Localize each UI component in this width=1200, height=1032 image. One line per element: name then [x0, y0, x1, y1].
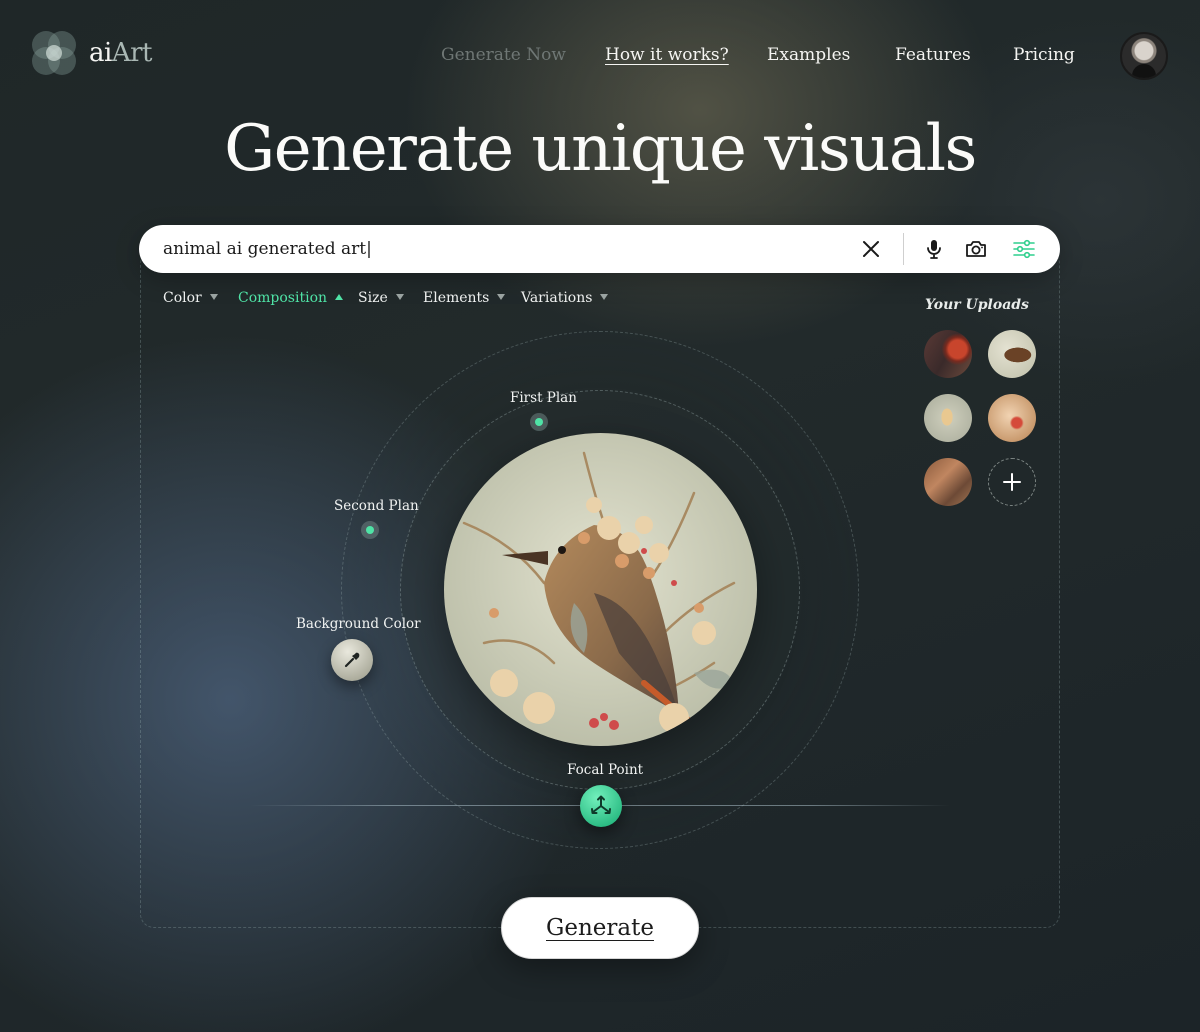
- filter-elements-label: Elements: [423, 290, 490, 306]
- upload-thumbnail[interactable]: [988, 330, 1036, 378]
- caret-down-icon: [600, 294, 609, 300]
- filter-composition[interactable]: Composition: [238, 290, 344, 306]
- eyedropper-icon: [344, 652, 360, 668]
- caret-down-icon: [395, 294, 404, 300]
- generate-button[interactable]: Generate: [501, 897, 699, 959]
- caret-down-icon: [209, 294, 218, 300]
- focal-arrows-icon: [591, 795, 611, 814]
- nav-examples[interactable]: Examples: [767, 45, 850, 65]
- page-title: Generate unique visuals: [224, 112, 977, 186]
- nav-pricing[interactable]: Pricing: [1013, 45, 1075, 65]
- filter-variations[interactable]: Variations: [521, 290, 609, 306]
- background-color-button[interactable]: [331, 639, 373, 681]
- plus-icon: [1003, 473, 1021, 491]
- filter-color-label: Color: [163, 290, 202, 306]
- microphone-icon[interactable]: [922, 237, 946, 261]
- filter-elements[interactable]: Elements: [423, 290, 506, 306]
- upload-thumbnail[interactable]: [924, 330, 972, 378]
- filter-size-label: Size: [358, 290, 388, 306]
- nav-how-it-works[interactable]: How it works?: [605, 45, 729, 65]
- search-input[interactable]: [163, 225, 843, 273]
- add-upload-button[interactable]: [988, 458, 1036, 506]
- filter-color[interactable]: Color: [163, 290, 218, 306]
- caret-up-icon: [335, 294, 344, 300]
- filter-size[interactable]: Size: [358, 290, 404, 306]
- focal-point-label: Focal Point: [567, 762, 644, 778]
- camera-icon[interactable]: [964, 237, 988, 261]
- nav-features[interactable]: Features: [895, 45, 971, 65]
- upload-thumbnail[interactable]: [988, 394, 1036, 442]
- first-plan-handle[interactable]: [530, 413, 548, 431]
- upload-thumbnail[interactable]: [924, 394, 972, 442]
- focal-point-button[interactable]: [580, 785, 622, 827]
- background-color-label: Background Color: [296, 616, 421, 632]
- uploads-title: Your Uploads: [925, 297, 1029, 313]
- first-plan-label: First Plan: [510, 390, 577, 406]
- search-bar: [139, 225, 1060, 273]
- user-avatar[interactable]: [1120, 32, 1168, 80]
- search-divider: [903, 233, 904, 265]
- filter-variations-label: Variations: [521, 290, 593, 306]
- nav-generate-now[interactable]: Generate Now: [441, 45, 566, 65]
- second-plan-handle[interactable]: [361, 521, 379, 539]
- generated-artwork-image: [444, 433, 757, 746]
- second-plan-label: Second Plan: [334, 498, 419, 514]
- filters-sliders-icon[interactable]: [1012, 237, 1036, 261]
- upload-thumbnail[interactable]: [924, 458, 972, 506]
- generate-button-label: Generate: [546, 915, 654, 941]
- main-nav: Generate Now How it works? Examples Feat…: [0, 45, 1200, 69]
- filter-composition-label: Composition: [238, 290, 328, 306]
- caret-down-icon: [497, 294, 506, 300]
- clear-icon[interactable]: [859, 237, 883, 261]
